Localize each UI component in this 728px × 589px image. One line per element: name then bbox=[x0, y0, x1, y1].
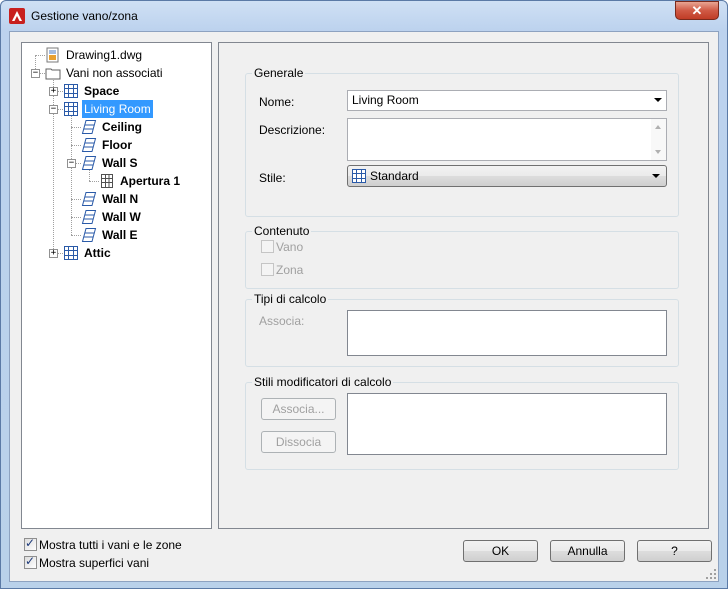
zona-label: Zona bbox=[276, 263, 304, 277]
space-icon bbox=[64, 84, 78, 98]
collapse-icon[interactable]: − bbox=[67, 159, 76, 168]
tree-item-label[interactable]: Space bbox=[82, 82, 121, 100]
mostra-superfici-checkbox[interactable] bbox=[24, 554, 37, 569]
surface-icon bbox=[81, 210, 97, 224]
tree-item-label[interactable]: Wall N bbox=[100, 190, 140, 208]
surface-icon bbox=[81, 156, 97, 170]
surface-icon bbox=[81, 192, 97, 206]
dialog-client: Drawing1.dwg − Vani non associati + Space − Li… bbox=[9, 31, 719, 582]
scroll-down-icon bbox=[655, 150, 661, 154]
opening-icon bbox=[101, 174, 113, 188]
tree-item-label[interactable]: Ceiling bbox=[100, 118, 144, 136]
dialog-window: Gestione vano/zona ✕ Drawing1.dwg − Vani n… bbox=[0, 0, 728, 589]
annulla-button[interactable]: Annulla bbox=[550, 540, 625, 562]
vano-checkbox[interactable] bbox=[261, 240, 274, 253]
surface-icon bbox=[81, 228, 97, 242]
nome-value: Living Room bbox=[352, 93, 419, 107]
dwg-file-icon bbox=[46, 47, 59, 63]
collapse-icon[interactable]: − bbox=[31, 69, 40, 78]
stile-label: Stile: bbox=[259, 171, 286, 185]
descrizione-textarea[interactable] bbox=[347, 118, 667, 161]
contenuto-group: Contenuto bbox=[245, 224, 679, 289]
tree-connector-line bbox=[71, 127, 81, 128]
close-button[interactable]: ✕ bbox=[675, 1, 719, 20]
zona-checkbox[interactable] bbox=[261, 263, 274, 276]
generale-title: Generale bbox=[252, 66, 306, 80]
descrizione-label: Descrizione: bbox=[259, 123, 326, 137]
folder-icon bbox=[45, 68, 61, 80]
title-bar[interactable]: Gestione vano/zona ✕ bbox=[1, 1, 727, 31]
contenuto-title: Contenuto bbox=[252, 224, 312, 238]
collapse-icon[interactable]: − bbox=[49, 105, 58, 114]
tree-item-label[interactable]: Living Room bbox=[82, 100, 153, 118]
expand-icon[interactable]: + bbox=[49, 249, 58, 258]
mostra-tutti-label: Mostra tutti i vani e le zone bbox=[39, 538, 182, 552]
tree-connector-line bbox=[71, 235, 81, 236]
associa-button[interactable]: Associa... bbox=[261, 398, 336, 420]
tipi-calcolo-list[interactable] bbox=[347, 310, 667, 356]
mostra-superfici-label: Mostra superfici vani bbox=[39, 556, 150, 570]
chevron-down-icon bbox=[652, 174, 660, 178]
mostra-tutti-checkbox[interactable] bbox=[24, 536, 37, 551]
tipi-calcolo-title: Tipi di calcolo bbox=[252, 292, 329, 306]
associa-label: Associa: bbox=[259, 314, 305, 328]
chevron-down-icon bbox=[654, 98, 662, 102]
surface-icon bbox=[81, 138, 97, 152]
tree-item-label[interactable]: Wall S bbox=[100, 154, 140, 172]
stili-modificatori-title: Stili modificatori di calcolo bbox=[252, 375, 394, 389]
window-title: Gestione vano/zona bbox=[31, 9, 138, 23]
scroll-up-icon bbox=[655, 125, 661, 129]
autocad-app-icon bbox=[9, 8, 25, 24]
tree-item-label[interactable]: Vani non associati bbox=[64, 64, 165, 82]
tree-connector-line bbox=[71, 217, 81, 218]
resize-grip-icon[interactable] bbox=[706, 569, 716, 579]
properties-panel: Generale Nome: Living Room Descrizione: … bbox=[218, 42, 709, 529]
stile-value: Standard bbox=[370, 169, 419, 183]
style-icon bbox=[352, 169, 366, 183]
tree-connector-line bbox=[71, 199, 81, 200]
tree-connector-line bbox=[35, 55, 45, 56]
tree-connector-line bbox=[71, 145, 81, 146]
surface-icon bbox=[81, 120, 97, 134]
help-button[interactable]: ? bbox=[637, 540, 712, 562]
nome-combo[interactable]: Living Room bbox=[347, 90, 667, 111]
space-tree[interactable]: Drawing1.dwg − Vani non associati + Space − Li… bbox=[21, 42, 212, 529]
tree-item-label[interactable]: Attic bbox=[82, 244, 113, 262]
dissocia-button[interactable]: Dissocia bbox=[261, 431, 336, 453]
space-icon bbox=[64, 102, 78, 116]
tree-item-label[interactable]: Drawing1.dwg bbox=[64, 46, 144, 64]
tree-item-label[interactable]: Wall E bbox=[100, 226, 140, 244]
tree-item-label[interactable]: Wall W bbox=[100, 208, 143, 226]
tree-item-label[interactable]: Apertura 1 bbox=[118, 172, 182, 190]
tree-item-label[interactable]: Floor bbox=[100, 136, 134, 154]
tree-connector-line bbox=[53, 73, 54, 253]
expand-icon[interactable]: + bbox=[49, 87, 58, 96]
nome-label: Nome: bbox=[259, 95, 295, 109]
ok-button[interactable]: OK bbox=[463, 540, 538, 562]
stile-combo[interactable]: Standard bbox=[347, 165, 667, 187]
vano-label: Vano bbox=[276, 240, 304, 254]
descrizione-scrollbar[interactable] bbox=[651, 119, 666, 160]
space-icon bbox=[64, 246, 78, 260]
stili-modificatori-list[interactable] bbox=[347, 393, 667, 455]
tree-connector-line bbox=[89, 181, 99, 182]
